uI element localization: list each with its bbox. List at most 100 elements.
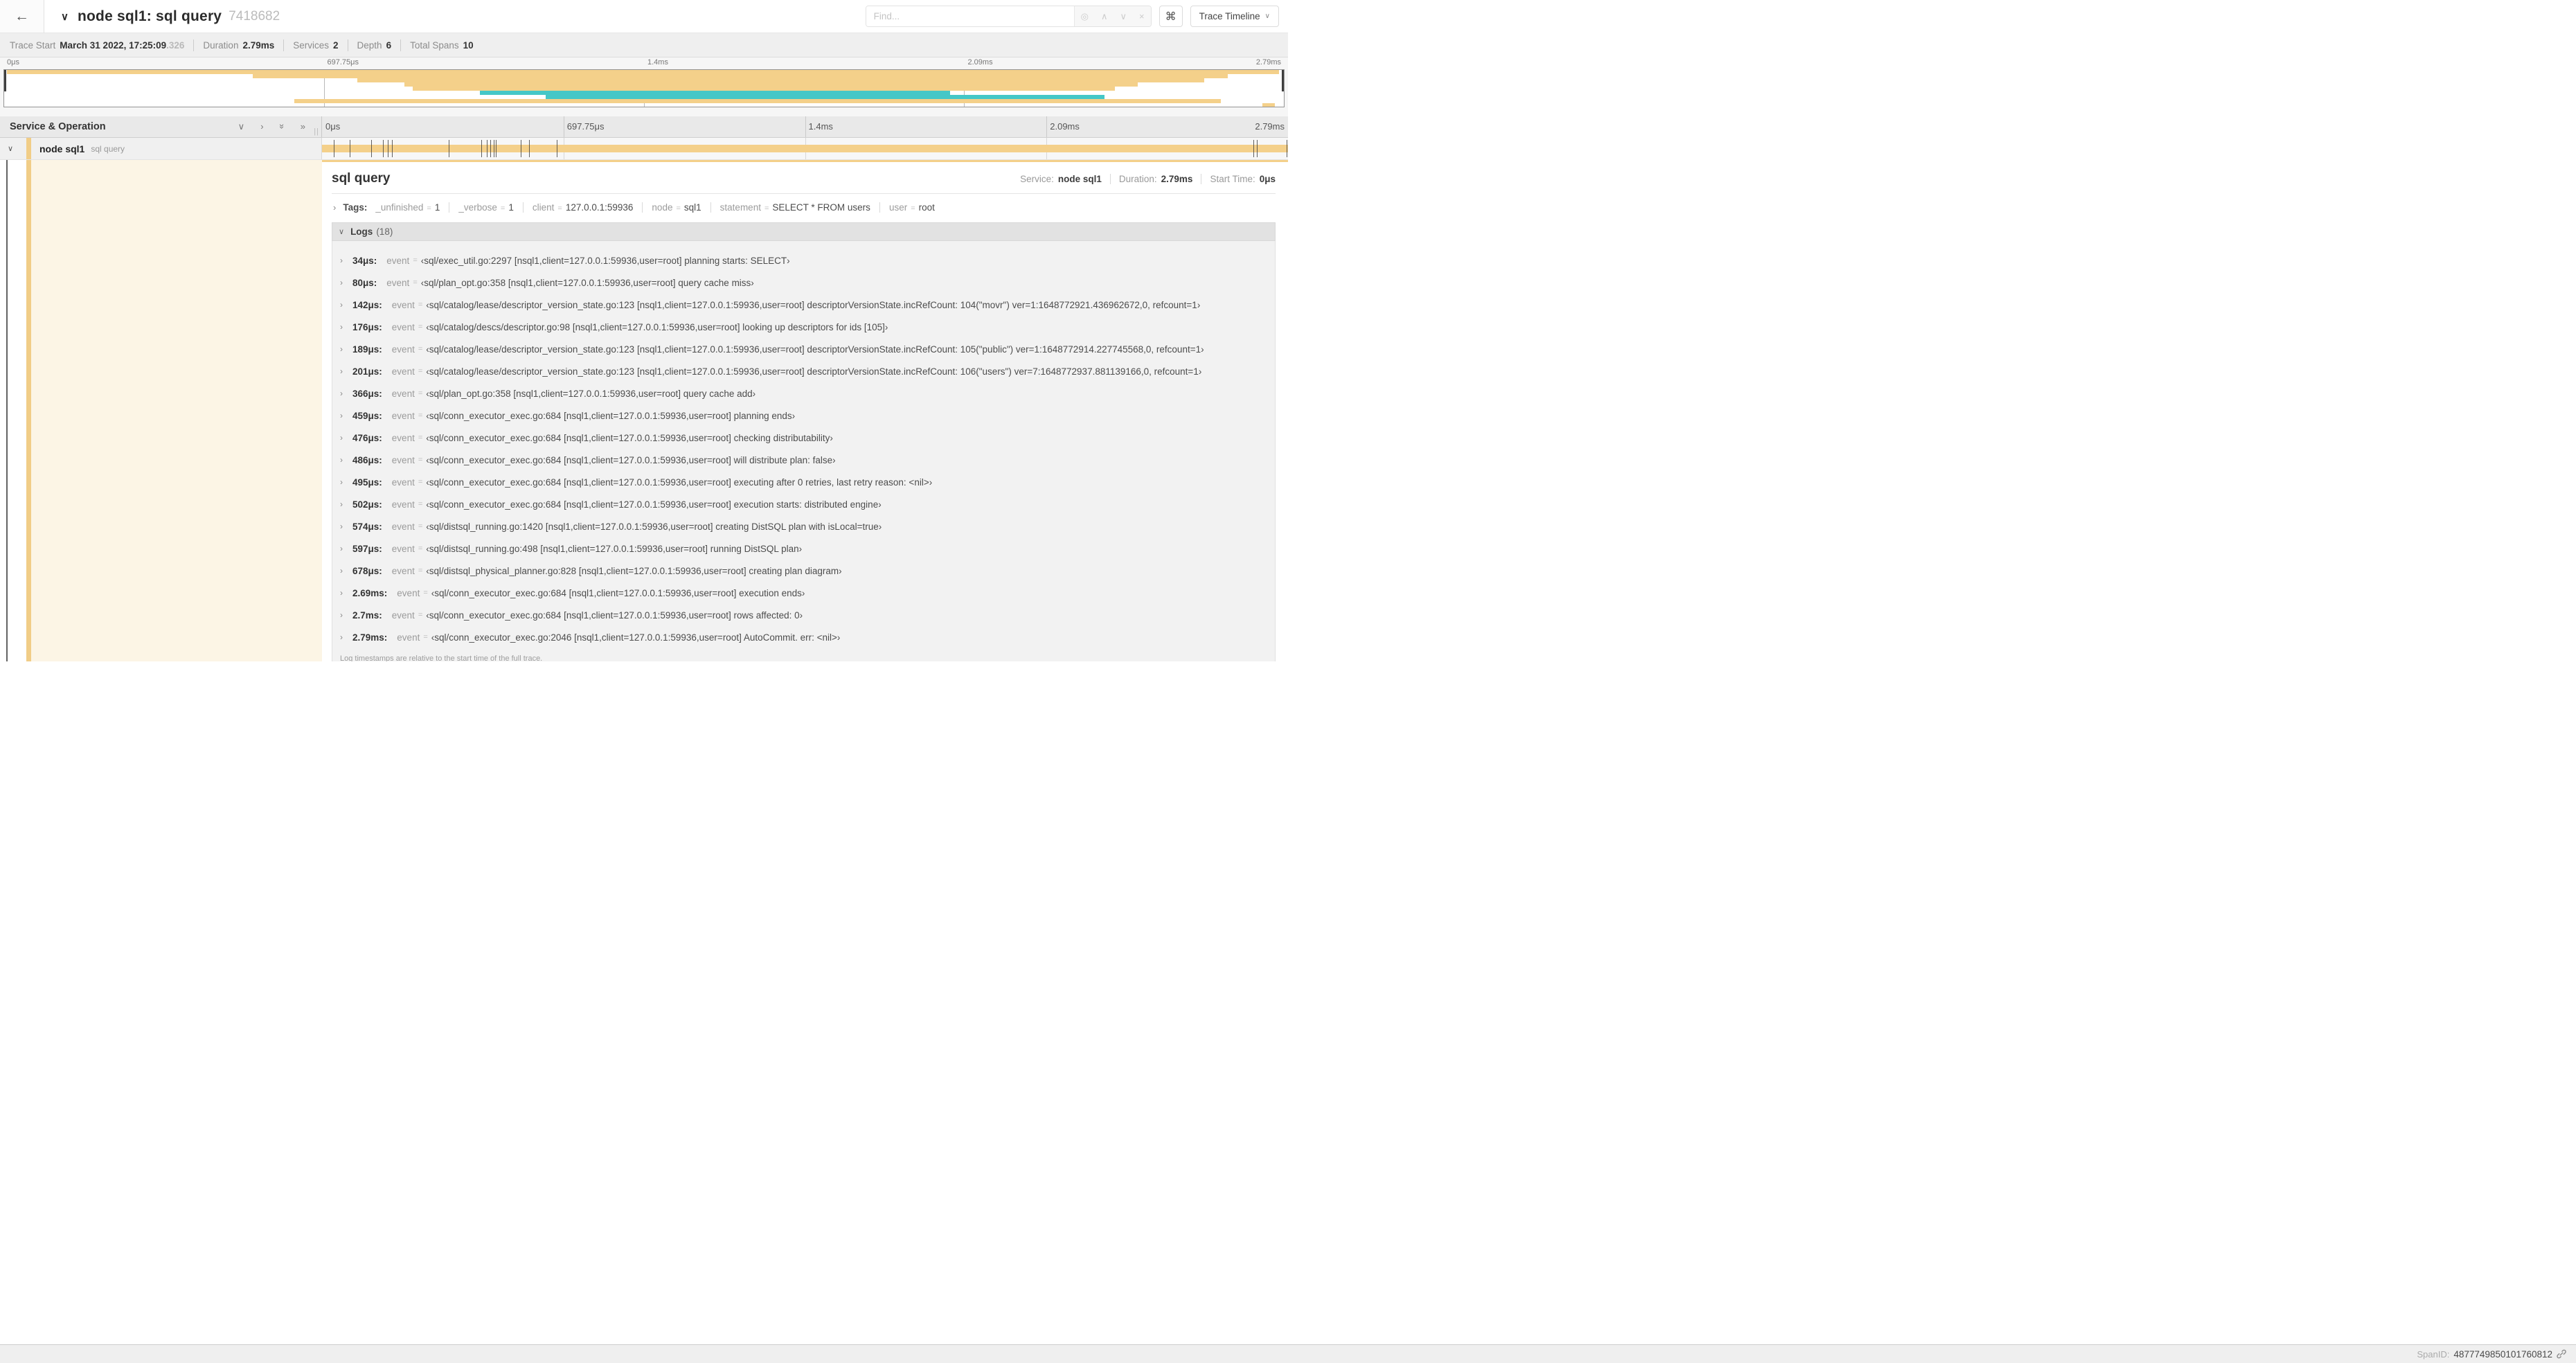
log-timestamp: 2.7ms: [352, 609, 382, 621]
log-entry-row[interactable]: › 176μs: event = ‹sql/catalog/descs/descript… [332, 316, 1275, 338]
equals-sign: = [418, 567, 423, 575]
span-detail-meta: Service: node sql1 Duration: 2.79ms Start Ti… [1012, 174, 1276, 184]
span-collapse-icon[interactable]: ∨ [8, 144, 23, 153]
tag-key: user [888, 202, 908, 213]
log-field-name: event [391, 321, 415, 332]
log-event-tick [383, 140, 384, 157]
column-resizer-handle[interactable]: || [314, 127, 319, 136]
log-entry-row[interactable]: › 495μs: event = ‹sql/conn_executor_exec.go:… [332, 471, 1275, 493]
tag-key: node [652, 202, 673, 213]
log-entry-row[interactable]: › 2.7ms: event = ‹sql/conn_executor_exec.go:… [332, 604, 1275, 626]
chevron-right-icon: › [340, 610, 343, 620]
log-timestamp: 502μs: [352, 499, 382, 510]
span-id-value: 4877749850101760812 [2453, 1348, 2552, 1360]
equals-sign: = [418, 478, 423, 486]
equals-sign: = [911, 204, 915, 213]
summary-value-fraction: .326 [166, 39, 185, 51]
tag-value: root [918, 202, 935, 213]
span-row-label[interactable]: ∨ node sql1 sql query [0, 138, 322, 159]
log-field-name: event [391, 344, 415, 355]
log-field-name: event [391, 366, 415, 377]
log-entry-row[interactable]: › 574μs: event = ‹sql/distsql_running.go:142… [332, 515, 1275, 537]
ruler-tick-label: 1.4ms [808, 121, 833, 132]
expand-one-icon[interactable]: › [260, 121, 263, 132]
prev-result-icon[interactable]: ∧ [1095, 11, 1114, 22]
log-event-value: ‹sql/exec_util.go:2297 [nsql1,client=127… [420, 255, 790, 266]
tag-item: _verbose = 1 [449, 202, 523, 213]
clear-search-icon[interactable]: × [1133, 11, 1151, 21]
keyboard-shortcuts-button[interactable]: ⌘ [1159, 6, 1183, 27]
log-event-value: ‹sql/conn_executor_exec.go:2046 [nsql1,c… [431, 632, 841, 643]
log-event-value: ‹sql/conn_executor_exec.go:684 [nsql1,cl… [426, 609, 803, 621]
log-entry-row[interactable]: › 189μs: event = ‹sql/catalog/lease/descript… [332, 338, 1275, 360]
log-event-tick [391, 140, 393, 157]
log-timestamp: 366μs: [352, 388, 382, 399]
log-timestamp: 486μs: [352, 454, 382, 465]
minimap-drag-handle-right[interactable] [1282, 70, 1284, 91]
trace-summary-item: Duration 2.79ms [193, 39, 283, 51]
trace-summary-bar: Trace Start March 31 2022, 17:25:09.326 Du… [0, 33, 1288, 57]
deep-link-icon[interactable] [2557, 1349, 2566, 1359]
chevron-right-icon: › [340, 389, 343, 398]
collapse-trace-icon[interactable]: ∨ [61, 10, 69, 23]
log-timestamp: 495μs: [352, 476, 382, 488]
collapse-one-icon[interactable]: ∨ [238, 121, 245, 132]
trace-summary-item: Services 2 [283, 39, 347, 51]
log-timestamp: 201μs: [352, 366, 382, 377]
find-icon-strip: ◎ ∧ ∨ × [1073, 6, 1151, 26]
tag-item: statement = SELECT * FROM users [710, 202, 879, 213]
log-entry-row[interactable]: › 142μs: event = ‹sql/catalog/lease/descript… [332, 294, 1275, 316]
log-event-tick [490, 140, 491, 157]
equals-sign: = [676, 204, 681, 213]
log-entry-row[interactable]: › 80μs: event = ‹sql/plan_opt.go:358 [nsql1,… [332, 271, 1275, 294]
log-event-tick [496, 140, 497, 157]
ruler-tick-label: 697.75μs [327, 58, 359, 66]
equals-sign: = [413, 256, 418, 265]
back-button[interactable]: ← [0, 0, 44, 33]
log-entry-row[interactable]: › 678μs: event = ‹sql/distsql_physical_plann… [332, 560, 1275, 582]
tag-value: 1 [508, 202, 514, 213]
equals-sign: = [764, 204, 769, 213]
locate-icon[interactable]: ◎ [1075, 11, 1095, 22]
log-timestamp: 80μs: [352, 277, 377, 288]
log-entry-row[interactable]: › 201μs: event = ‹sql/catalog/lease/descript… [332, 360, 1275, 382]
log-entry-row[interactable]: › 459μs: event = ‹sql/conn_executor_exec.go:… [332, 404, 1275, 427]
log-timestamp: 597μs: [352, 543, 382, 554]
span-detail-footer: SpanID: 4877749850101760812 [0, 1344, 2576, 1363]
ruler-tick-label: 2.79ms [1255, 121, 1285, 132]
log-entry-row[interactable]: › 2.79ms: event = ‹sql/conn_executor_exec.go… [332, 626, 1275, 648]
next-result-icon[interactable]: ∨ [1114, 11, 1134, 22]
logs-accordion-header[interactable]: ∨ Logs (18) [332, 222, 1276, 241]
find-input[interactable] [866, 6, 1074, 26]
log-field-name: event [391, 543, 415, 554]
log-entry-row[interactable]: › 366μs: event = ‹sql/plan_opt.go:358 [nsql1… [332, 382, 1275, 404]
collapse-all-icon[interactable]: » [277, 124, 287, 129]
log-entry-row[interactable]: › 502μs: event = ‹sql/conn_executor_exec.go:… [332, 493, 1275, 515]
tags-row[interactable]: › Tags: _unfinished = 1 _verbose = 1 client = 12… [332, 194, 1276, 221]
expand-all-icon[interactable]: » [301, 121, 305, 132]
ruler-tick-label: 697.75μs [566, 121, 605, 132]
log-entry-row[interactable]: › 597μs: event = ‹sql/distsql_running.go:498… [332, 537, 1275, 560]
ruler-tick-label: 2.09ms [967, 58, 993, 66]
minimap-canvas[interactable] [3, 69, 1285, 107]
equals-sign: = [418, 434, 423, 442]
tag-item: user = root [879, 202, 944, 213]
log-field-name: event [391, 388, 415, 399]
log-entry-row[interactable]: › 476μs: event = ‹sql/conn_executor_exec.go:… [332, 427, 1275, 449]
header-actions: ◎∧∨× ⌘ Trace Timeline ∨ [865, 0, 1288, 33]
view-selector-button[interactable]: Trace Timeline ∨ [1190, 6, 1279, 27]
log-event-value: ‹sql/distsql_physical_planner.go:828 [ns… [426, 565, 842, 576]
log-entry-row[interactable]: › 34μs: event = ‹sql/exec_util.go:2297 [nsql… [332, 249, 1275, 271]
summary-label: Depth [357, 39, 382, 51]
log-event-tick [481, 140, 482, 157]
chevron-right-icon: › [340, 278, 343, 287]
minimap-drag-handle-left[interactable] [4, 70, 6, 91]
span-bar-track[interactable] [322, 138, 1288, 159]
summary-label: Services [293, 39, 330, 51]
detail-expanded-accent[interactable] [6, 160, 8, 661]
equals-sign: = [418, 456, 423, 464]
ruler-tick-label: 0μs [325, 121, 341, 132]
log-entry-row[interactable]: › 2.69ms: event = ‹sql/conn_executor_exec.go… [332, 582, 1275, 604]
detail-meta-item: Start Time: 0μs [1201, 174, 1276, 184]
log-entry-row[interactable]: › 486μs: event = ‹sql/conn_executor_exec.go:… [332, 449, 1275, 471]
